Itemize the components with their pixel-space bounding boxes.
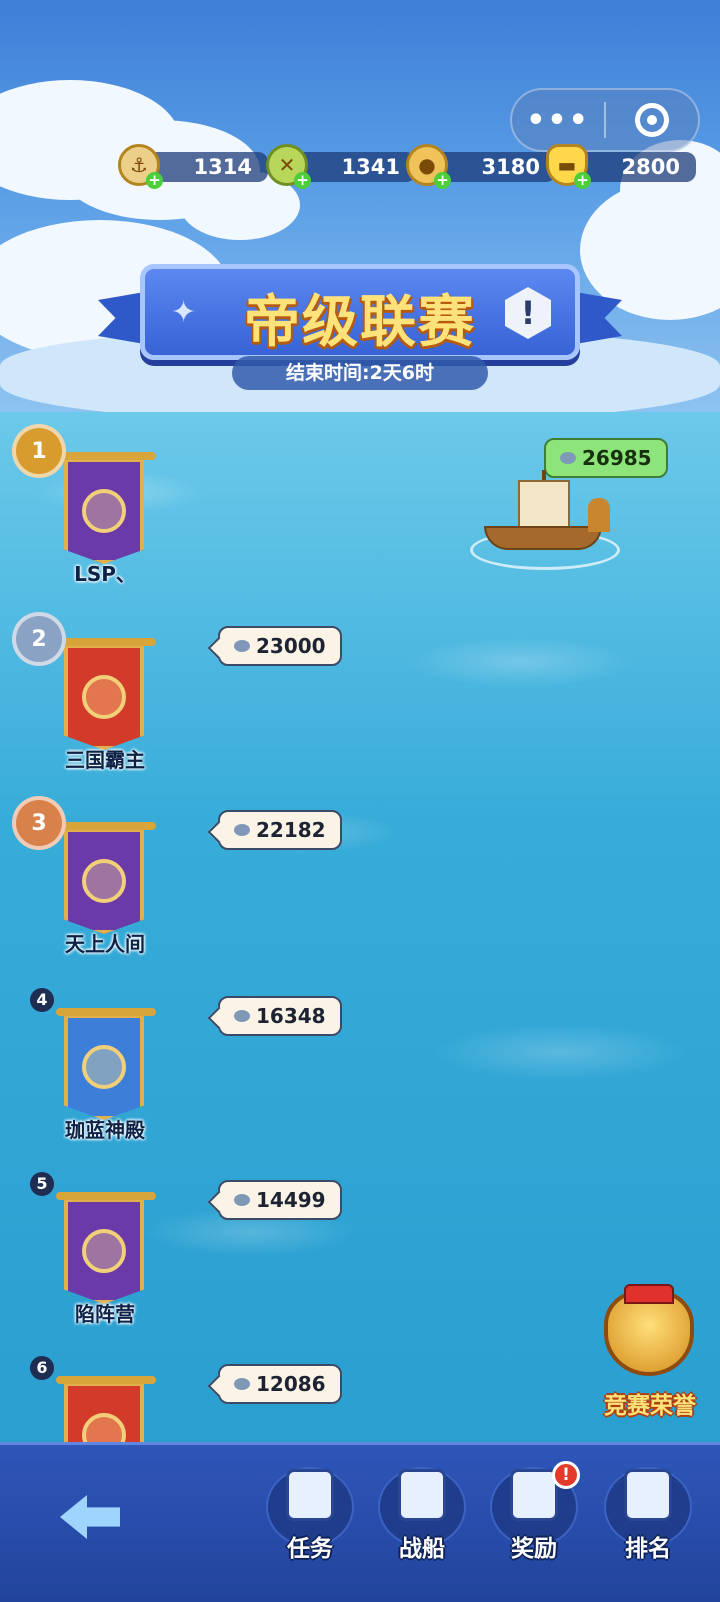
shell-icon bbox=[234, 1194, 250, 1206]
team-flag bbox=[64, 646, 144, 750]
back-button[interactable] bbox=[60, 1495, 120, 1539]
team-name: 三国霸主 bbox=[65, 748, 145, 772]
rank-medal-gold: 1 bbox=[12, 424, 66, 478]
team-name: 天上人间 bbox=[65, 932, 145, 956]
more-dots-icon[interactable]: ••• bbox=[512, 103, 604, 138]
shell-icon bbox=[234, 1010, 250, 1022]
shell-icon bbox=[560, 452, 576, 464]
nav-tasks-button[interactable]: 任务 bbox=[262, 1459, 358, 1579]
nav-rewards-label: 奖励 bbox=[511, 1536, 557, 1562]
nav-rewards-button[interactable]: ! 奖励 bbox=[486, 1459, 582, 1579]
rank-number: 4 bbox=[30, 988, 54, 1012]
ranking-row[interactable]: 2 三国霸主 23000 bbox=[0, 612, 360, 792]
team-flag bbox=[64, 1200, 144, 1304]
competition-honor-button[interactable]: 竞赛荣誉 bbox=[590, 1284, 710, 1420]
team-name: LSP、 bbox=[74, 562, 136, 586]
team-score-bubble: 23000 bbox=[218, 626, 342, 666]
nav-ranking-label: 排名 bbox=[625, 1536, 671, 1562]
competition-honor-label: 竞赛荣誉 bbox=[604, 1393, 696, 1419]
team-score: 14499 bbox=[256, 1188, 326, 1212]
team-name: 陷阵营 bbox=[75, 1302, 135, 1326]
team-score-bubble: 16348 bbox=[218, 996, 342, 1036]
team-score-bubble: 14499 bbox=[218, 1180, 342, 1220]
target-icon[interactable] bbox=[606, 103, 698, 137]
plus-icon[interactable]: + bbox=[574, 172, 591, 189]
ranking-row[interactable]: 5 陷阵营 14499 bbox=[0, 1166, 360, 1346]
team-flag bbox=[64, 460, 144, 564]
shell-icon bbox=[234, 640, 250, 652]
nav-ranking-button[interactable]: 排名 bbox=[600, 1459, 696, 1579]
ranking-star-icon bbox=[624, 1469, 672, 1521]
back-arrow-icon bbox=[60, 1495, 120, 1539]
team-name: 珈蓝神殿 bbox=[65, 1118, 145, 1142]
team-flag bbox=[64, 830, 144, 934]
team-score-bubble: 12086 bbox=[218, 1364, 342, 1404]
rank-medal-silver: 2 bbox=[12, 612, 66, 666]
plus-icon[interactable]: + bbox=[146, 172, 163, 189]
ranking-row[interactable]: 4 珈蓝神殿 16348 bbox=[0, 982, 360, 1162]
team-score: 22182 bbox=[256, 818, 326, 842]
treasure-chest-icon bbox=[510, 1469, 558, 1521]
miniapp-capsule: ••• bbox=[510, 88, 700, 152]
team-flag bbox=[64, 1384, 144, 1442]
plus-icon[interactable]: + bbox=[434, 172, 451, 189]
rank-number: 5 bbox=[30, 1172, 54, 1196]
warship-icon bbox=[398, 1469, 446, 1521]
nav-warship-button[interactable]: 战船 bbox=[374, 1459, 470, 1579]
notification-badge: ! bbox=[552, 1461, 580, 1489]
crown-icon bbox=[624, 1284, 674, 1304]
team-flag bbox=[64, 1016, 144, 1120]
team-score-bubble: 22182 bbox=[218, 810, 342, 850]
nav-warship-label: 战船 bbox=[399, 1536, 445, 1562]
ranking-row[interactable]: 6 12086 bbox=[0, 1350, 360, 1442]
shell-icon bbox=[234, 1378, 250, 1390]
ranking-row[interactable]: 3 天上人间 22182 bbox=[0, 796, 360, 976]
team-score: 12086 bbox=[256, 1372, 326, 1396]
bottom-nav-bar: 任务 战船 ! 奖励 排名 bbox=[0, 1442, 720, 1602]
rank-number: 6 bbox=[30, 1356, 54, 1380]
ranking-row[interactable]: 1 LSP、 bbox=[0, 424, 360, 606]
plus-icon[interactable]: + bbox=[294, 172, 311, 189]
league-title-banner: ✦ 帝级联赛 ! bbox=[140, 264, 580, 360]
team-score: 23000 bbox=[256, 634, 326, 658]
nav-tasks-label: 任务 bbox=[287, 1536, 333, 1562]
player-ship[interactable] bbox=[470, 470, 620, 580]
team-score: 16348 bbox=[256, 1004, 326, 1028]
shell-icon bbox=[234, 824, 250, 836]
end-time-label: 结束时间:2天6时 bbox=[232, 356, 488, 390]
rank-medal-bronze: 3 bbox=[12, 796, 66, 850]
scroll-icon bbox=[286, 1469, 334, 1521]
